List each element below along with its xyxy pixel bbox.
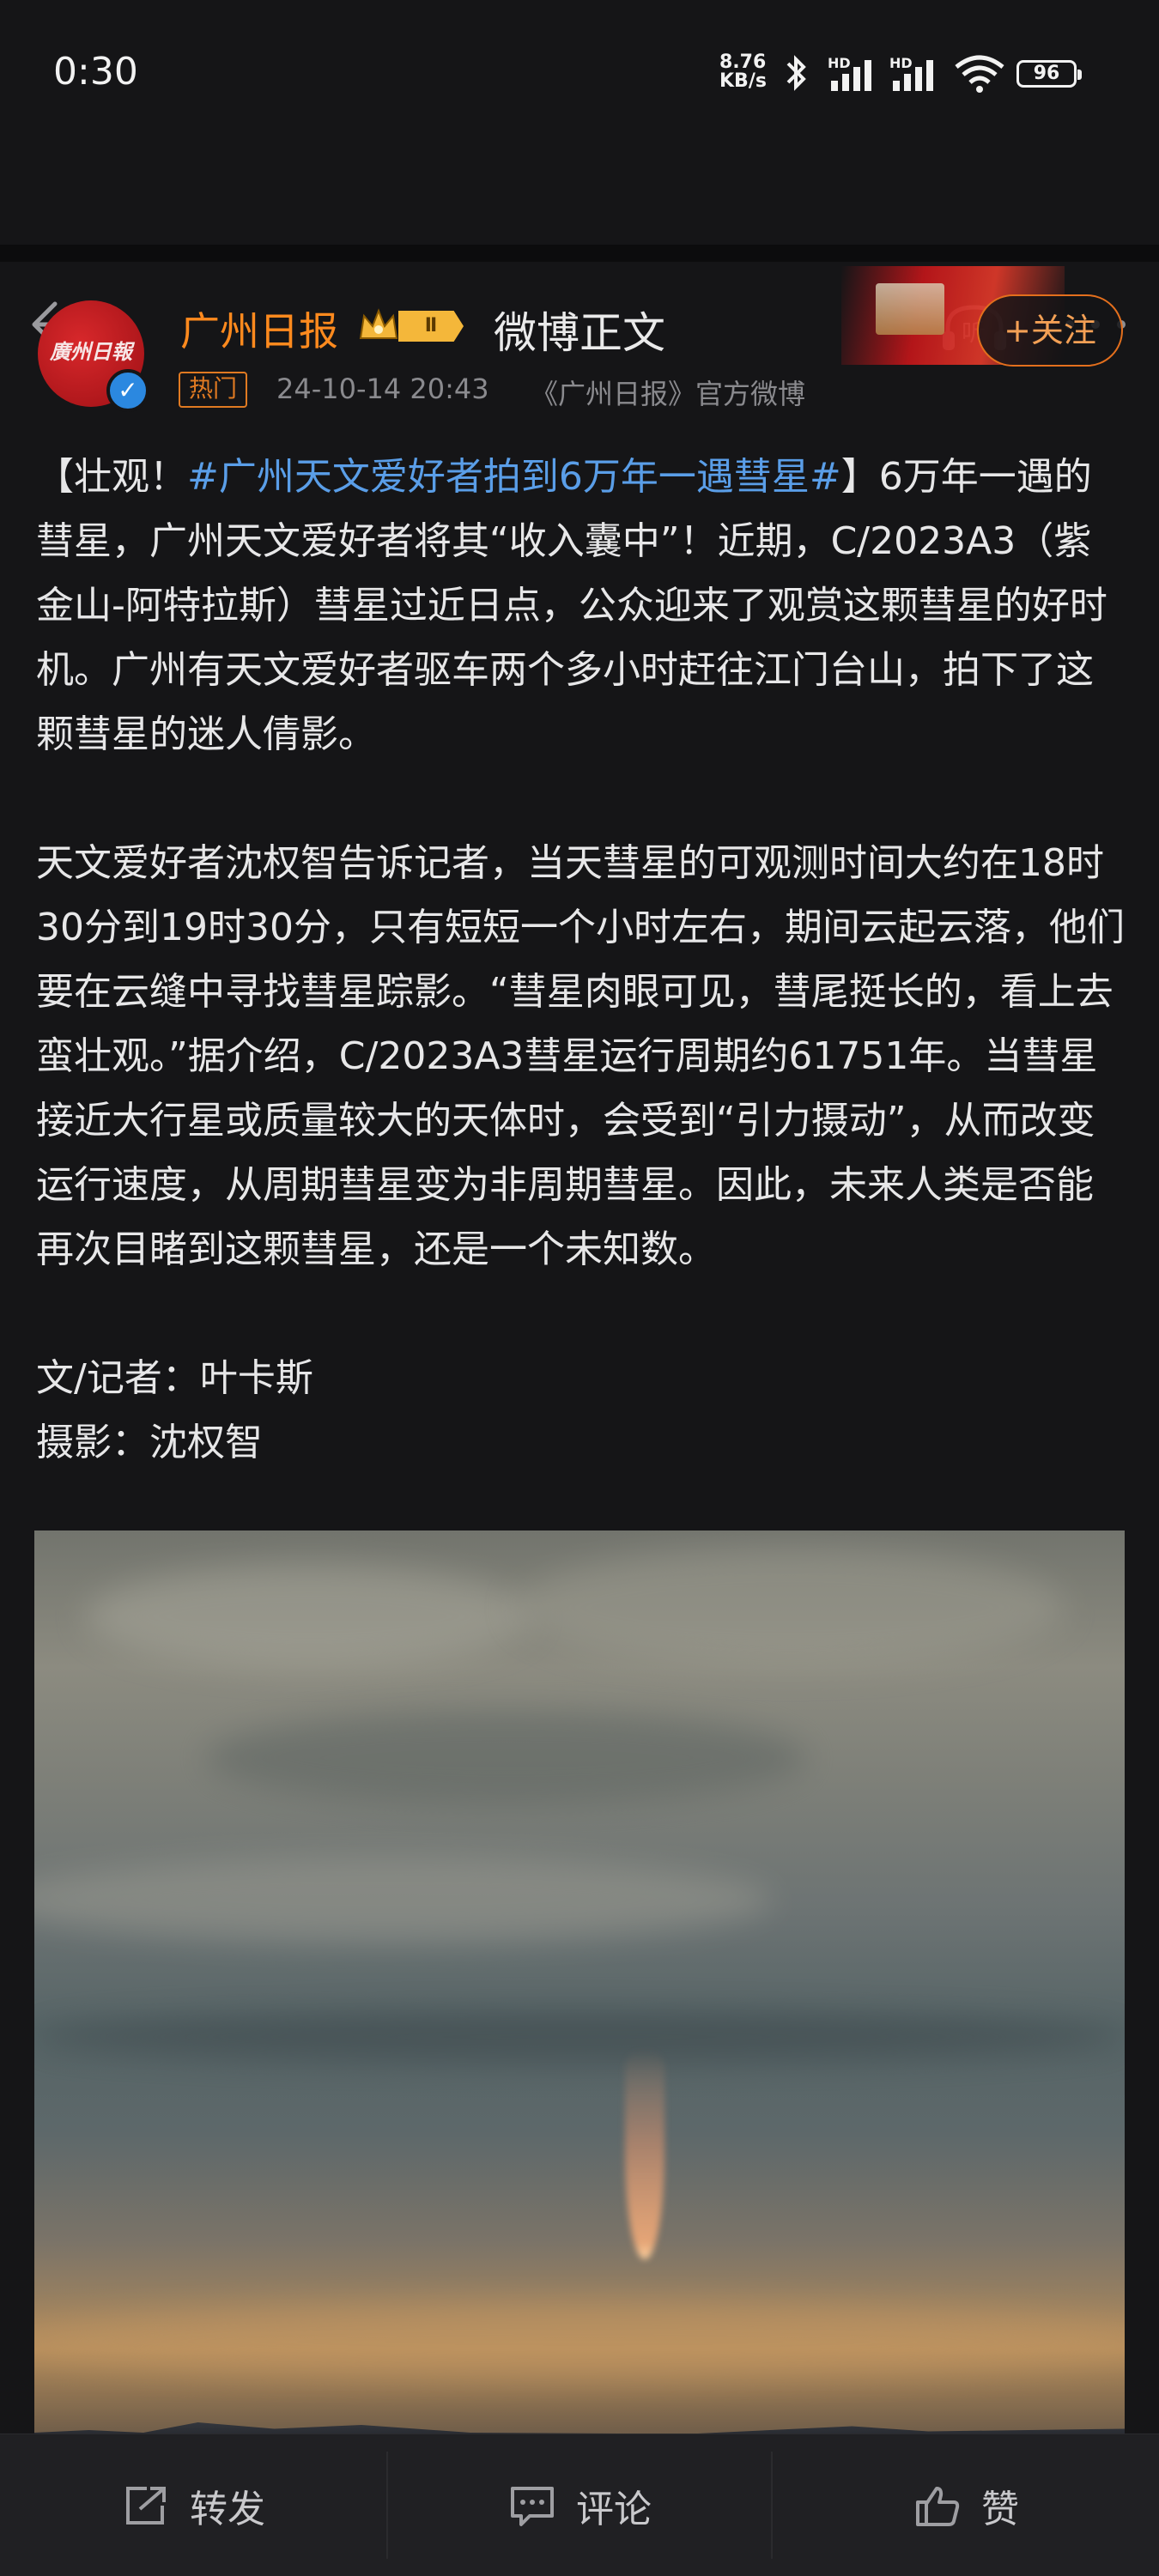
repost-label: 转发 xyxy=(190,2487,265,2531)
status-bar: 0:30 8.76 KB/s HD HD 96 xyxy=(0,0,1159,146)
network-speed-unit: KB/s xyxy=(719,70,767,92)
thumbs-up-icon xyxy=(916,2486,960,2526)
paragraph-1-prefix: 【壮观！ xyxy=(36,455,187,499)
bottom-action-bar: 转发 评论 赞 xyxy=(0,2434,1159,2576)
photo-cloud xyxy=(515,1548,1065,1668)
signal-2-hd-label: HD xyxy=(889,55,913,71)
wifi-icon xyxy=(955,55,1004,93)
comet-photo[interactable] xyxy=(34,1530,1125,2440)
like-label: 赞 xyxy=(981,2487,1019,2531)
photo-cloud xyxy=(206,1711,807,1805)
post-paragraph-2: 天文爱好者沈权智告诉记者，当天彗星的可观测时间大约在18时30分到19时30分，… xyxy=(36,841,1125,1271)
avatar-logo-text: 廣州日報 xyxy=(50,339,132,364)
signal-1-icon: HD xyxy=(828,55,881,96)
post-text: 【壮观！#广州天文爱好者拍到6万年一遇彗星#】6万年一遇的彗星，广州天文爱好者将… xyxy=(36,445,1126,1475)
follow-button[interactable]: +关注 xyxy=(977,294,1123,367)
comment-label: 评论 xyxy=(576,2487,652,2531)
photo-cloud xyxy=(34,1857,773,1943)
top-nav-bar: 微博正文 听 xyxy=(0,146,1159,358)
verified-badge-icon: ✓ xyxy=(106,369,149,412)
photo-cloud xyxy=(86,1565,532,1668)
bluetooth-icon xyxy=(786,55,806,91)
repost-button[interactable]: 转发 xyxy=(0,2434,386,2576)
comment-button[interactable]: 评论 xyxy=(388,2434,771,2576)
post-source: 《广州日报》官方微博 xyxy=(531,378,806,410)
comment-icon xyxy=(511,2486,554,2526)
comet-tail xyxy=(625,2048,664,2259)
photo-horizon-glow xyxy=(34,2303,1125,2380)
like-button[interactable]: 赞 xyxy=(773,2434,1159,2576)
repost-icon xyxy=(126,2486,166,2524)
post-timestamp: 24-10-14 20:43 xyxy=(276,373,489,405)
signal-1-hd-label: HD xyxy=(828,55,851,71)
level-badge: Ⅱ xyxy=(398,311,464,342)
battery-indicator: 96 xyxy=(1016,60,1082,88)
topic-hashtag-link[interactable]: #广州天文爱好者拍到6万年一遇彗星# xyxy=(187,455,841,499)
signal-2-icon: HD xyxy=(889,55,943,96)
post-paragraph-1: 【壮观！#广州天文爱好者拍到6万年一遇彗星#】6万年一遇的彗星，广州天文爱好者将… xyxy=(36,445,1126,767)
network-speed-value: 8.76 xyxy=(719,52,767,73)
credit-photographer: 摄影：沈权智 xyxy=(36,1421,263,1464)
hot-tag: 热门 xyxy=(179,372,248,408)
credit-writer: 文/记者：叶卡斯 xyxy=(36,1356,313,1400)
paragraph-1-text: 】6万年一遇的彗星，广州天文爱好者将其“收入囊中”！近期，C/2023A3（紫金… xyxy=(36,455,1107,756)
crown-badge-icon xyxy=(359,308,398,339)
author-name[interactable]: 广州日报 xyxy=(180,300,338,357)
nav-divider xyxy=(0,245,1159,262)
network-speed: 8.76 KB/s xyxy=(719,53,767,91)
photo-cloud xyxy=(34,2011,1125,2063)
status-time: 0:30 xyxy=(53,50,138,94)
